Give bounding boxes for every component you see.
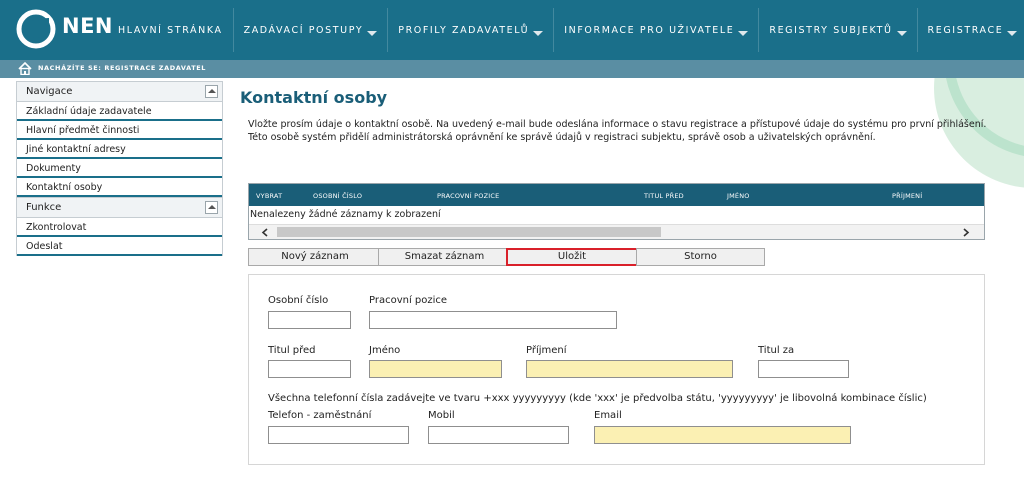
nen-logo-icon[interactable] — [16, 9, 56, 49]
scroll-left-icon[interactable] — [261, 228, 269, 237]
intro-line: Této osobě systém přidělí administrátors… — [248, 131, 876, 143]
contacts-table: VYBRAT OSOBNÍ ČÍSLO PRACOVNÍ POZICE TITU… — [248, 183, 985, 240]
sidebar-item-other-addresses[interactable]: Jiné kontaktní adresy — [17, 140, 222, 159]
nav-item-home[interactable]: HLAVNÍ STRÁNKA — [108, 8, 234, 52]
position-label: Pracovní pozice — [369, 295, 448, 306]
title-after-label: Titul za — [758, 345, 795, 356]
sidebar-item-submit[interactable]: Odeslat — [17, 237, 222, 256]
sidebar-section-header: Funkce — [17, 198, 222, 218]
email-label: Email — [594, 410, 622, 421]
nav-item-label: REGISTRY SUBJEKTŮ — [769, 24, 893, 36]
sidebar-item-check[interactable]: Zkontrolovat — [17, 218, 222, 237]
table-header: VYBRAT OSOBNÍ ČÍSLO PRACOVNÍ POZICE TITU… — [249, 184, 984, 206]
empty-table-message: Nenalezeny žádné záznamy k zobrazení — [250, 209, 441, 220]
email-input[interactable] — [594, 426, 851, 444]
last-name-label: Příjmení — [526, 345, 567, 356]
chevron-down-icon — [367, 30, 378, 36]
title-after-input[interactable] — [758, 360, 849, 378]
column-header-select[interactable]: VYBRAT — [256, 192, 282, 200]
save-button[interactable]: Uložit — [506, 248, 638, 266]
new-record-button[interactable]: Nový záznam — [248, 248, 382, 266]
nav-item-procurement[interactable]: ZADÁVACÍ POSTUPY — [234, 8, 389, 52]
nav-item-user-info[interactable]: INFORMACE PRO UŽIVATELE — [554, 8, 760, 52]
sidebar-section-title: Navigace — [26, 86, 73, 97]
collapse-icon[interactable] — [205, 201, 218, 214]
intro-text: Vložte prosím údaje o kontaktní osobě. N… — [248, 119, 988, 144]
work-phone-label: Telefon - zaměstnání — [268, 410, 372, 421]
sidebar: Navigace Základní údaje zadavatele Hlavn… — [16, 81, 223, 256]
brand-name[interactable]: NEN — [62, 14, 113, 38]
contact-person-form: Osobní číslo Pracovní pozice Titul před … — [248, 274, 985, 465]
mobile-label: Mobil — [428, 410, 455, 421]
horizontal-scrollbar[interactable] — [249, 224, 984, 239]
sidebar-navigation-section: Navigace Základní údaje zadavatele Hlavn… — [16, 81, 223, 197]
nav-item-registration[interactable]: REGISTRACE — [918, 8, 1024, 52]
nav-item-label: ZADÁVACÍ POSTUPY — [243, 24, 364, 36]
first-name-input[interactable] — [369, 360, 502, 378]
sidebar-item-basic-info[interactable]: Základní údaje zadavatele — [17, 102, 222, 121]
sidebar-item-main-activity[interactable]: Hlavní předmět činnosti — [17, 121, 222, 140]
mobile-input[interactable] — [428, 426, 569, 444]
sidebar-section-header: Navigace — [17, 82, 222, 102]
scrollbar-thumb[interactable] — [277, 227, 661, 237]
collapse-icon[interactable] — [205, 85, 218, 98]
breadcrumb: NACHÁZÍTE SE: REGISTRACE ZADAVATEL — [38, 64, 207, 72]
phone-format-hint: Všechna telefonní čísla zadávejte ve tva… — [268, 393, 927, 404]
sidebar-section-title: Funkce — [26, 202, 62, 213]
personal-number-input[interactable] — [268, 311, 351, 329]
column-header-personal-number[interactable]: OSOBNÍ ČÍSLO — [313, 192, 362, 200]
column-header-first-name[interactable]: JMÉNO — [727, 192, 750, 200]
position-input[interactable] — [369, 311, 617, 329]
nav-item-profiles[interactable]: PROFILY ZADAVATELŮ — [388, 8, 555, 52]
column-header-title-before[interactable]: TITUL PŘED — [644, 192, 684, 200]
nav-item-label: HLAVNÍ STRÁNKA — [118, 24, 223, 36]
scroll-right-icon[interactable] — [962, 228, 970, 237]
top-navigation-bar: NEN HLAVNÍ STRÁNKA ZADÁVACÍ POSTUPY PROF… — [0, 0, 1024, 60]
title-before-input[interactable] — [268, 360, 351, 378]
main-nav: HLAVNÍ STRÁNKA ZADÁVACÍ POSTUPY PROFILY … — [108, 0, 1024, 60]
page-title: Kontaktní osoby — [240, 88, 388, 107]
home-icon[interactable] — [18, 62, 32, 75]
nav-item-label: PROFILY ZADAVATELŮ — [398, 24, 530, 36]
work-phone-input[interactable] — [268, 426, 409, 444]
nav-item-registries[interactable]: REGISTRY SUBJEKTŮ — [759, 8, 918, 52]
nav-item-label: INFORMACE PRO UŽIVATELE — [564, 24, 735, 36]
delete-record-button[interactable]: Smazat záznam — [378, 248, 511, 266]
column-header-last-name[interactable]: PŘÍJMENÍ — [892, 192, 922, 200]
column-header-position[interactable]: PRACOVNÍ POZICE — [437, 192, 499, 200]
chevron-down-icon — [533, 30, 544, 36]
chevron-down-icon — [1007, 30, 1018, 36]
nav-item-label: REGISTRACE — [927, 24, 1004, 36]
last-name-input[interactable] — [526, 360, 733, 378]
first-name-label: Jméno — [369, 345, 401, 356]
chevron-down-icon — [896, 30, 907, 36]
personal-number-label: Osobní číslo — [268, 295, 329, 306]
cancel-button[interactable]: Storno — [636, 248, 765, 266]
sidebar-item-documents[interactable]: Dokumenty — [17, 159, 222, 178]
sidebar-item-contact-persons[interactable]: Kontaktní osoby — [17, 178, 222, 197]
title-before-label: Titul před — [268, 345, 316, 356]
sidebar-functions-section: Funkce Zkontrolovat Odeslat — [16, 197, 223, 256]
intro-line: Vložte prosím údaje o kontaktní osobě. N… — [248, 119, 987, 130]
chevron-down-icon — [738, 30, 749, 36]
